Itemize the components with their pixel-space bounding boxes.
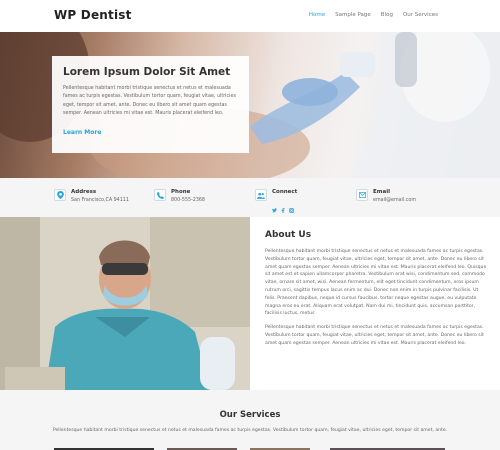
nav-home[interactable]: Home — [309, 12, 325, 18]
about-paragraph: Pellentesque habitant morbi tristique se… — [265, 249, 487, 317]
about-section: About Us Pellentesque habitant morbi tri… — [265, 230, 487, 348]
info-phone-label: Phone — [171, 189, 191, 195]
info-phone: Phone 800-555-2368 — [154, 189, 205, 203]
about-paragraph: Pellentesque habitant morbi tristique se… — [265, 325, 484, 346]
info-address-value: San Francisco,CA 94111 — [71, 198, 129, 203]
info-address-label: Address — [71, 189, 97, 195]
twitter-icon[interactable] — [272, 198, 277, 217]
services-section: Our Services Pellentesque habitant morbi… — [0, 390, 500, 450]
hero-text: Pellentesque habitant morbi tristique se… — [63, 86, 236, 117]
services-title: Our Services — [219, 410, 281, 420]
site-logo[interactable]: WP Dentist — [54, 8, 132, 22]
instagram-icon[interactable] — [289, 198, 294, 217]
site-header: WP Dentist Home Sample Page Blog Our Ser… — [0, 0, 500, 32]
services-text: Pellentesque habitant morbi tristique se… — [52, 428, 448, 433]
users-icon — [255, 189, 267, 201]
info-email: Email email@email.com — [356, 189, 416, 203]
nav-sample-page[interactable]: Sample Page — [335, 12, 371, 18]
about-photo — [0, 217, 250, 390]
hero-banner: Lorem Ipsum Dolor Sit Amet Pellentesque … — [0, 32, 500, 178]
info-phone-value[interactable]: 800-555-2368 — [171, 198, 205, 203]
nav-blog[interactable]: Blog — [381, 12, 393, 18]
learn-more-link[interactable]: Learn More — [63, 129, 101, 136]
hero-card: Lorem Ipsum Dolor Sit Amet Pellentesque … — [52, 56, 249, 153]
nav-our-services[interactable]: Our Services — [403, 12, 438, 18]
contact-info-bar: Address San Francisco,CA 94111 Phone 800… — [0, 178, 500, 217]
info-connect: Connect — [255, 189, 297, 217]
info-email-label: Email — [373, 189, 390, 195]
info-connect-label: Connect — [272, 189, 298, 195]
about-title: About Us — [265, 230, 312, 240]
social-links — [272, 198, 297, 217]
phone-icon — [154, 189, 166, 201]
location-pin-icon — [54, 189, 66, 201]
hero-title: Lorem Ipsum Dolor Sit Amet — [63, 66, 231, 78]
info-email-value[interactable]: email@email.com — [373, 198, 416, 203]
facebook-icon[interactable] — [281, 198, 285, 217]
main-nav: Home Sample Page Blog Our Services — [309, 12, 438, 18]
info-address: Address San Francisco,CA 94111 — [54, 189, 129, 203]
envelope-icon — [356, 189, 368, 201]
